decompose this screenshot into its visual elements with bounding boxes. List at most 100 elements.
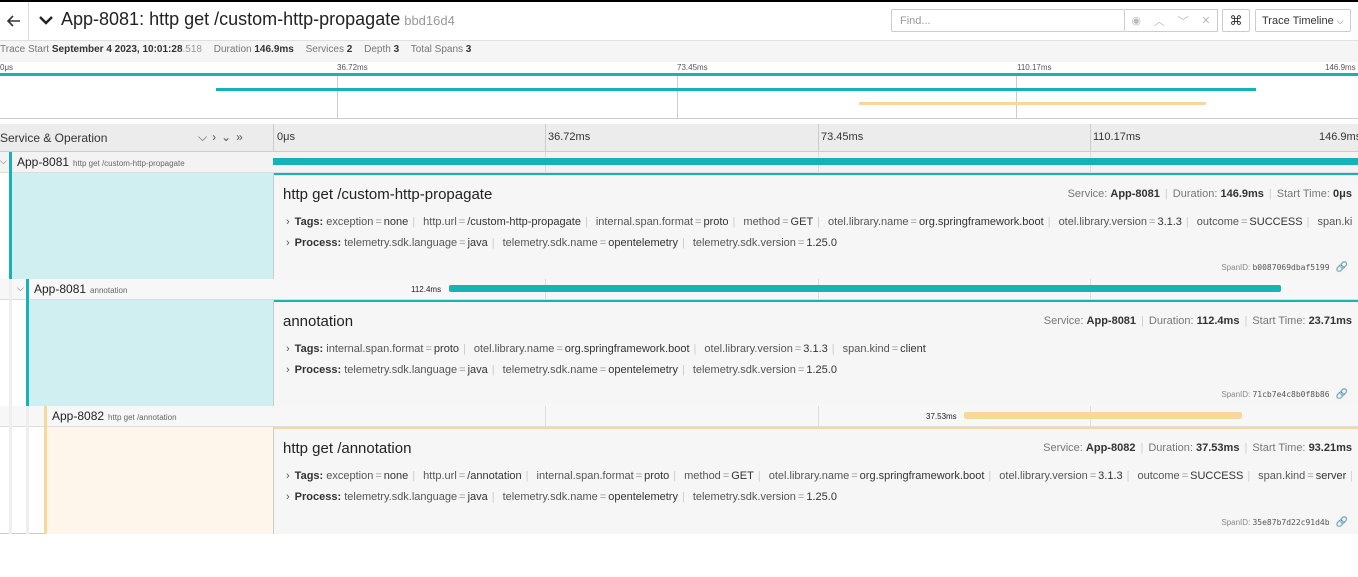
kv-equals: = — [375, 470, 382, 482]
kv-key: exception — [326, 470, 374, 482]
minimap-tick: 146.9ms — [1325, 63, 1356, 72]
span-name[interactable]: App-8081 http get /custom-http-propagate — [17, 155, 185, 169]
span-id-label: SpanID: — [1221, 390, 1253, 399]
kv-equals: = — [375, 216, 382, 228]
span-service-name: App-8082 — [52, 409, 105, 423]
timeline-tick-line — [818, 124, 819, 152]
minimap-gridline — [677, 74, 678, 118]
kv-divider: | — [693, 343, 697, 355]
kv-key: outcome — [1196, 216, 1239, 228]
span-detail-gutter — [26, 300, 273, 406]
span-name[interactable]: App-8082 http get /annotation — [52, 409, 177, 423]
link-icon[interactable]: 🔗 — [1336, 262, 1348, 273]
kv-divider: | — [817, 216, 821, 228]
kv-pair: otel.library.version = 3.1.3 | — [704, 343, 834, 355]
kv-value: 3.1.3 — [803, 343, 828, 355]
collapse-trace-button[interactable] — [38, 10, 54, 30]
span-service: Service: App-8081 — [1068, 188, 1160, 200]
kv-equals: = — [459, 364, 466, 376]
span-id: SpanID: 35e87b7d22c91d4b 🔗 — [1221, 517, 1348, 528]
find-target-icon[interactable]: ◉ — [1131, 14, 1141, 27]
kv-pair: otel.library.name = org.springframework.bo… — [474, 343, 697, 355]
trace-total-spans: Total Spans 3 — [410, 44, 472, 55]
link-icon[interactable]: 🔗 — [1336, 389, 1348, 400]
keyboard-shortcuts-button[interactable]: ⌘ — [1222, 9, 1250, 32]
process-row[interactable]: › Process: telemetry.sdk.language = java | te… — [286, 237, 1352, 249]
span-duration-bar[interactable] — [273, 158, 1358, 165]
timeline-tick: 110.17ms — [1093, 131, 1141, 143]
span-start-time-value: 23.71ms — [1308, 315, 1352, 327]
chevron-right-icon: › — [286, 364, 290, 376]
span-duration-bar[interactable] — [449, 285, 1281, 292]
kv-key: exception — [326, 216, 374, 228]
kv-value: opentelemetry — [608, 491, 678, 503]
collapse-all-icon[interactable]: ⌄ — [221, 130, 236, 144]
kv-divider: | — [681, 491, 685, 503]
span-id-label: SpanID: — [1221, 263, 1253, 272]
kv-pair: otel.library.name = org.springframework.bo… — [828, 216, 1051, 228]
kv-pair: telemetry.sdk.name = opentelemetry | — [503, 364, 685, 376]
tags-row[interactable]: › Tags: internal.span.format = proto | otel.l… — [286, 343, 1352, 355]
service-color-bar — [26, 279, 29, 300]
kv-value: GET — [790, 216, 814, 228]
tags-row[interactable]: › Tags: exception = none | http.url =/custom-h… — [286, 216, 1352, 228]
span-detail-gutter — [44, 427, 273, 534]
kv-value: GET — [731, 470, 754, 482]
span-id-value: 35e87b7d22c91d4b — [1252, 518, 1330, 527]
kv-pair: span.kind=server... — [1317, 216, 1352, 228]
header-divider — [28, 2, 29, 40]
kv-value: /annotation — [467, 470, 522, 482]
expand-all-icon[interactable]: » — [236, 130, 248, 144]
span-duration: Duration: 146.9ms — [1173, 188, 1264, 200]
kv-divider: | — [757, 470, 761, 482]
find-clear-icon[interactable]: ✕ — [1201, 14, 1210, 27]
chevron-down-icon[interactable]: ⌵ — [17, 283, 24, 294]
span-start-time: Start Time: 0μs — [1277, 188, 1352, 200]
process-row-label: Process: — [294, 491, 342, 503]
kv-pair: method = GET | — [743, 216, 820, 228]
find-next-icon[interactable]: ﹀ — [1178, 13, 1189, 29]
chevron-right-icon: › — [286, 343, 290, 355]
kv-divider: | — [1185, 216, 1189, 228]
span-duration: Duration: 37.53ms — [1148, 442, 1239, 454]
expand-one-icon[interactable]: › — [212, 130, 221, 144]
process-row[interactable]: › Process: telemetry.sdk.language = java | te… — [286, 364, 1352, 376]
kv-equals: = — [556, 343, 563, 355]
kv-equals: = — [851, 470, 858, 482]
process-row[interactable]: › Process: telemetry.sdk.language = java | te… — [286, 491, 1352, 503]
kv-value: proto — [433, 343, 459, 355]
kv-key: method — [743, 216, 781, 228]
minimap-span-bar — [859, 102, 1206, 105]
span-duration-value: 112.4ms — [1196, 315, 1240, 327]
collapse-one-icon[interactable]: ⌵ — [198, 130, 212, 144]
kv-key: span.kind — [1258, 470, 1306, 482]
trace-services: Services 2 — [305, 44, 353, 55]
find-prev-icon[interactable]: ︿ — [1154, 13, 1165, 29]
back-button[interactable] — [0, 2, 28, 40]
span-duration-bar[interactable] — [964, 412, 1242, 419]
kv-value: 1.25.0 — [806, 364, 837, 376]
tree-guide-line — [9, 406, 12, 534]
timeline-tick: 73.45ms — [821, 131, 864, 143]
trace-start: Trace Start September 4 2023, 10:01:28.5… — [0, 44, 202, 55]
kv-divider: | — [584, 216, 588, 228]
kv-equals: = — [797, 237, 805, 249]
kv-pair: internal.span.format = proto | — [596, 216, 736, 228]
kv-value: none — [383, 216, 409, 228]
kv-value: none — [383, 470, 409, 482]
link-icon[interactable]: 🔗 — [1336, 517, 1348, 528]
span-duration-value: 146.9ms — [1220, 188, 1264, 200]
kv-equals: = — [910, 216, 917, 228]
chevron-down-icon[interactable]: ⌵ — [0, 156, 7, 167]
find-input[interactable]: Find... — [891, 9, 1125, 32]
timeline-tick-line — [1090, 124, 1091, 152]
kv-equals: = — [695, 216, 702, 228]
view-select[interactable]: Trace Timeline ⌵ — [1255, 9, 1351, 32]
kv-value: org.springframework.boot — [564, 343, 690, 355]
trace-duration: Duration 146.9ms — [213, 44, 294, 55]
kv-value: opentelemetry — [608, 364, 678, 376]
service-color-bar — [9, 152, 12, 173]
tags-row[interactable]: › Tags: exception = none | http.url =/annotati… — [286, 470, 1352, 482]
span-name[interactable]: App-8081 annotation — [34, 282, 127, 296]
kv-key: http.url — [423, 470, 457, 482]
